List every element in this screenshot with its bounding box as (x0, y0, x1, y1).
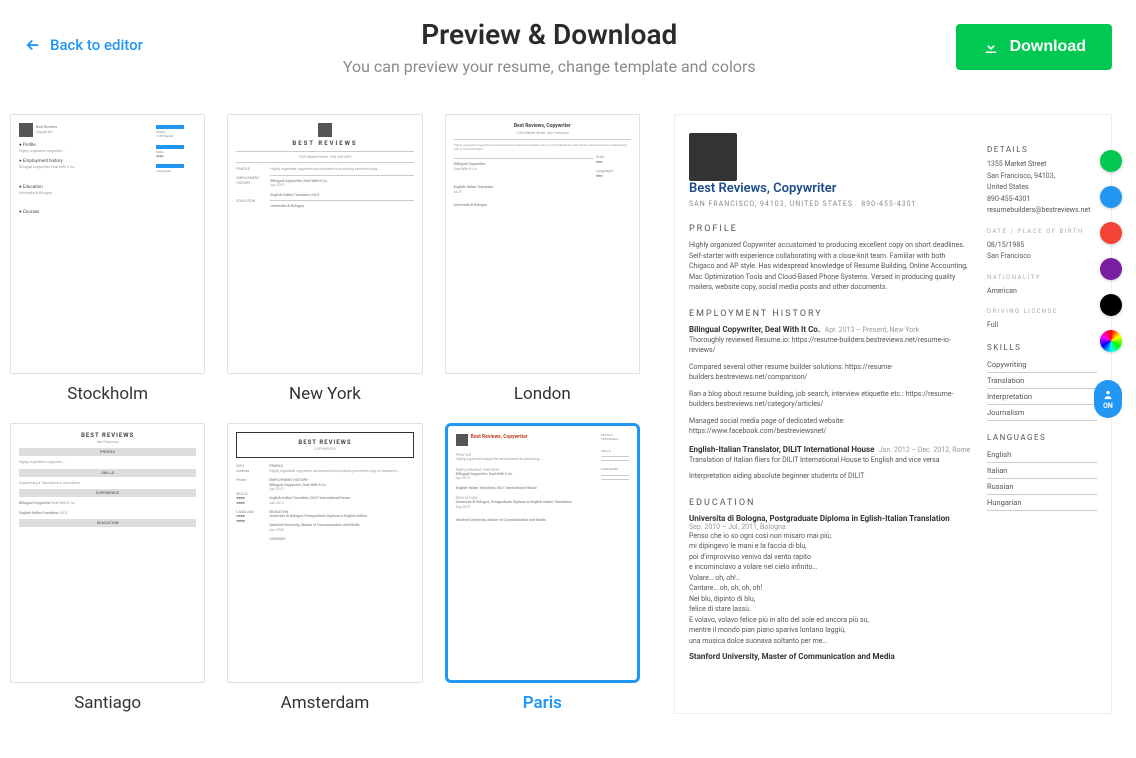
template-thumb: Best Reviews, Copywriter1355 Market Stre… (445, 114, 640, 374)
edu-line: una musica dolce suonava soltanto per me… (689, 636, 971, 647)
skills-heading: SKILLS (987, 343, 1097, 352)
lang-heading: LANGUAGES (987, 433, 1097, 442)
edu-line: Cantare… oh, oh, oh, oh! (689, 583, 971, 594)
color-swatch[interactable] (1100, 150, 1122, 172)
edu-line: Nel blu, dipinto di blu, (689, 594, 971, 605)
template-thumb: BEST REVIEWSCOPYWRITERINFOAddressPhoneSK… (227, 423, 422, 683)
resume-name: Best Reviews, Copywriter (689, 181, 917, 196)
edu-line: e incominciavo a volare nel cielo infini… (689, 562, 971, 573)
download-button[interactable]: Download (956, 24, 1112, 70)
template-santiago[interactable]: BEST REVIEWSSan FranciscoPROFILEHighly o… (10, 423, 205, 714)
job-line: Translation of Italian fliers for DILIT … (689, 455, 971, 466)
edu-line: mi dipingevo le mani e la faccia di blu, (689, 541, 971, 552)
download-label: Download (1010, 38, 1086, 56)
download-icon (982, 38, 1000, 56)
page-title: Preview & Download (143, 18, 956, 51)
template-thumb: BEST REVIEWS1355 Market Street · 890-455… (227, 114, 422, 374)
edu-line: mentre il mondo pian piano spariva lonta… (689, 625, 971, 636)
person-icon (1101, 388, 1115, 402)
edu-line: Penso che io so ogni così non misaro mai… (689, 531, 971, 542)
color-swatch[interactable] (1100, 222, 1122, 244)
job-line: Compared several other resume builder so… (689, 362, 971, 383)
education-heading: EDUCATION (689, 498, 971, 508)
edu-title: Universita di Bologna, Postgraduate Dipl… (689, 514, 971, 523)
color-swatch[interactable] (1100, 330, 1122, 352)
job-line: Interpretation aiding absolute beginner … (689, 471, 971, 482)
lang-item: English (987, 447, 1097, 463)
job-line: Thoroughly reviewed Resume.io: https://r… (689, 335, 971, 356)
edu-line: E volavo, volavo felice più in alto del … (689, 615, 971, 626)
template-london[interactable]: Best Reviews, Copywriter1355 Market Stre… (445, 114, 640, 405)
template-amsterdam[interactable]: BEST REVIEWSCOPYWRITERINFOAddressPhoneSK… (227, 423, 422, 714)
employment-heading: EMPLOYMENT HISTORY (689, 309, 971, 319)
lic-heading: DRIVING LICENSE (987, 308, 1097, 315)
lic-value: Full (987, 320, 1097, 331)
edu-title: Stanford University, Master of Communica… (689, 652, 971, 661)
job-date: Apr. 2013 – Present, New York (825, 326, 919, 334)
lang-item: Hungarian (987, 495, 1097, 511)
color-swatch[interactable] (1100, 186, 1122, 208)
template-thumb: BEST REVIEWSSan FranciscoPROFILEHighly o… (10, 423, 205, 683)
back-label: Back to editor (50, 36, 143, 54)
template-new york[interactable]: BEST REVIEWS1355 Market Street · 890-455… (227, 114, 422, 405)
template-label: Santiago (10, 693, 205, 713)
job-line: Managed social media page of dedicated w… (689, 416, 971, 437)
edu-line: poi d'improvviso venivo dal vento rapito (689, 552, 971, 563)
chat-widget-toggle[interactable]: ON (1094, 380, 1122, 418)
lang-item: Russian (987, 479, 1097, 495)
edu-date: Sep. 2010 – Jul. 2011, Bologna (689, 523, 971, 531)
avatar (689, 133, 737, 181)
arrow-left-icon (24, 36, 42, 54)
template-thumb: Best Reviews, CopywriterPROFILEHighly or… (445, 423, 640, 683)
job-title: English-Italian Translator, DILIT Intern… (689, 445, 874, 454)
profile-text: Highly organized Copywriter accustomed t… (689, 240, 971, 293)
profile-heading: PROFILE (689, 224, 971, 234)
nat-heading: NATIONALITY (987, 274, 1097, 281)
template-label: Paris (445, 693, 640, 713)
template-thumb: Best ReviewsCopywriter● ProfileHighly or… (10, 114, 205, 374)
color-swatch[interactable] (1100, 294, 1122, 316)
color-swatch[interactable] (1100, 258, 1122, 280)
color-picker (1100, 150, 1122, 352)
skill-item: Copywriting (987, 357, 1097, 373)
detail-line: resumebuilders@bestreviews.net (987, 205, 1097, 216)
resume-preview: Best Reviews, Copywriter SAN FRANCISCO, … (674, 114, 1112, 714)
nat-value: American (987, 286, 1097, 297)
lang-item: Italian (987, 463, 1097, 479)
edu-line: Volare… oh, oh!… (689, 573, 971, 584)
detail-line: United States (987, 182, 1097, 193)
dob-heading: DATE / PLACE OF BIRTH (987, 228, 1097, 235)
back-to-editor-link[interactable]: Back to editor (24, 36, 143, 54)
skill-item: Translation (987, 373, 1097, 389)
template-stockholm[interactable]: Best ReviewsCopywriter● ProfileHighly or… (10, 114, 205, 405)
template-label: Amsterdam (227, 693, 422, 713)
detail-line: 890-455-4301 (987, 194, 1097, 205)
page-subtitle: You can preview your resume, change temp… (143, 57, 956, 76)
template-label: Stockholm (10, 384, 205, 404)
dob-line: San Francisco (987, 251, 1097, 262)
skill-item: Journalism (987, 405, 1097, 421)
detail-line: 1355 Market Street (987, 159, 1097, 170)
template-label: London (445, 384, 640, 404)
template-label: New York (227, 384, 422, 404)
job-date: Jan. 2012 – Dec. 2012, Rome (879, 446, 970, 454)
job-line: Ran a blog about resume building, job se… (689, 389, 971, 410)
resume-meta: SAN FRANCISCO, 94103, UNITED STATES 890-… (689, 200, 917, 208)
job-title: Bilingual Copywriter, Deal With It Co. (689, 325, 820, 334)
dob-line: 08/15/1985 (987, 240, 1097, 251)
template-paris[interactable]: Best Reviews, CopywriterPROFILEHighly or… (445, 423, 640, 714)
skill-item: Interpretation (987, 389, 1097, 405)
details-heading: DETAILS (987, 145, 1097, 154)
template-grid: Best ReviewsCopywriter● ProfileHighly or… (10, 114, 640, 714)
edu-line: felice di stare lassù. (689, 604, 971, 615)
detail-line: San Francisco, 94103, (987, 171, 1097, 182)
